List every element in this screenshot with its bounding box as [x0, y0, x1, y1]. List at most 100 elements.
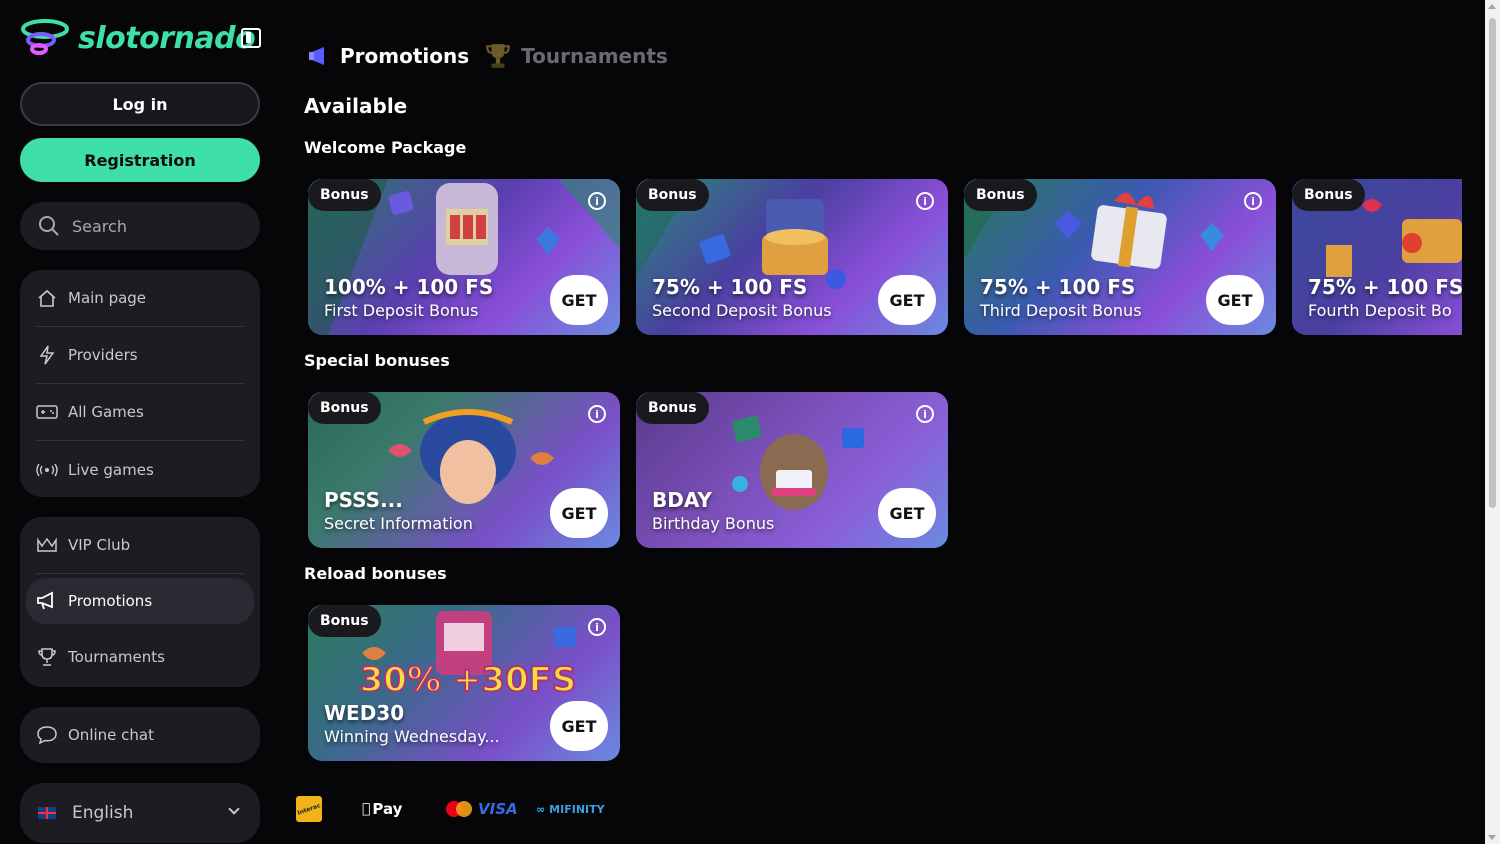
promo-tabs: Promotions Tournaments — [308, 42, 684, 70]
card-amount: 75% + 100 FS — [1308, 275, 1462, 299]
card-subtitle: Birthday Bonus — [652, 514, 775, 533]
section-title-reload: Reload bonuses — [304, 564, 447, 583]
sidebar-item-live-games[interactable]: Live games — [36, 441, 244, 498]
info-icon[interactable]: i — [588, 405, 606, 423]
mifinity-logo: ∞ MIFINITY — [536, 802, 605, 816]
lightning-icon — [36, 344, 58, 366]
promo-card[interactable]: Bonus i BDAY Birthday Bonus GET — [632, 389, 948, 549]
tab-label: Promotions — [340, 44, 470, 68]
get-button[interactable]: GET — [1206, 275, 1264, 325]
sidebar-item-promotions[interactable]: Promotions — [26, 578, 254, 624]
home-icon — [36, 287, 58, 309]
apple-icon:  — [362, 801, 370, 817]
broadcast-icon — [36, 459, 58, 481]
megaphone-icon — [309, 47, 324, 65]
bonus-badge: Bonus — [636, 179, 709, 211]
bonus-badge: Bonus — [1292, 179, 1365, 211]
card-amount: PSSS... — [324, 488, 403, 512]
info-icon[interactable]: i — [916, 192, 934, 210]
sidebar-item-tournaments[interactable]: Tournaments — [36, 628, 244, 685]
bonus-badge: Bonus — [964, 179, 1037, 211]
login-button[interactable]: Log in — [20, 82, 260, 126]
language-selector[interactable]: English — [20, 783, 260, 843]
get-button[interactable]: GET — [878, 488, 936, 538]
page-scrollbar[interactable] — [1485, 0, 1500, 844]
info-icon[interactable]: i — [588, 192, 606, 210]
scroll-thumb[interactable] — [1489, 18, 1496, 508]
reload-cards-row: 30% +30FS Bonus i WED30 Winning Wednesda… — [304, 602, 1462, 762]
nav-group-secondary: VIP Club Promotions Tournaments — [20, 517, 260, 687]
bonus-badge: Bonus — [308, 179, 381, 211]
get-button[interactable]: GET — [550, 488, 608, 538]
card-subtitle: Fourth Deposit Bo — [1308, 301, 1452, 320]
sidebar-item-main-page[interactable]: Main page — [36, 270, 244, 327]
online-chat-button[interactable]: Online chat — [20, 707, 260, 763]
get-button[interactable]: GET — [550, 275, 608, 325]
trophy-icon — [36, 646, 58, 668]
tab-promotions[interactable]: Promotions — [308, 44, 469, 68]
chevron-down-icon — [228, 803, 240, 815]
card-subtitle: Winning Wednesday... — [324, 727, 500, 746]
search-placeholder: Search — [72, 216, 127, 236]
promo-card[interactable]: Bonus i 100% + 100 FS First Deposit Bonu… — [304, 176, 620, 336]
card-amount: BDAY — [652, 488, 712, 512]
info-icon[interactable]: i — [1244, 192, 1262, 210]
card-amount: 100% + 100 FS — [324, 275, 494, 299]
sidebar-item-providers[interactable]: Providers — [36, 327, 244, 384]
uk-flag-icon — [38, 807, 56, 819]
sidebar-item-label: Tournaments — [68, 647, 165, 666]
promo-card[interactable]: Bonus i 75% + 100 FS Second Deposit Bonu… — [632, 176, 948, 336]
gamepad-icon — [36, 401, 58, 423]
card-amount: WED30 — [324, 701, 405, 725]
brand-name: slotornado — [78, 20, 256, 56]
language-value: English — [72, 803, 134, 823]
bonus-badge: Bonus — [308, 605, 381, 637]
apple-pay-logo:  Pay — [362, 800, 402, 818]
interac-logo: Interac — [296, 796, 322, 822]
promo-card[interactable]: Bonus i PSSS... Secret Information GET — [304, 389, 620, 549]
sidebar-item-label: Main page — [68, 289, 147, 307]
tornado-logo-icon — [21, 19, 69, 55]
card-subtitle: First Deposit Bonus — [324, 301, 479, 320]
sidebar-item-label: VIP Club — [68, 536, 131, 554]
promo-card[interactable]: Bonus i 75% + 100 FS Third Deposit Bonus… — [960, 176, 1276, 336]
crown-icon — [36, 534, 58, 556]
payment-methods: Interac  Pay VISA ∞ MIFINITY — [296, 796, 626, 822]
art-percent-text: 30% +30FS — [360, 660, 577, 700]
search-icon — [39, 216, 59, 236]
sidebar: slotornado Log in Registration Search Ma… — [0, 0, 280, 844]
logo[interactable]: slotornado — [20, 18, 256, 58]
chat-label: Online chat — [68, 726, 154, 744]
bonus-badge: Bonus — [636, 392, 709, 424]
welcome-cards-row: Bonus i 100% + 100 FS First Deposit Bonu… — [304, 176, 1462, 336]
trophy-icon — [486, 44, 510, 68]
sidebar-item-label: Live games — [68, 460, 154, 479]
get-button[interactable]: GET — [878, 275, 936, 325]
chat-bubble-icon — [37, 726, 57, 745]
info-icon[interactable]: i — [588, 618, 606, 636]
sidebar-item-label: Providers — [68, 346, 138, 364]
megaphone-icon — [36, 590, 58, 612]
mifinity-icon: ∞ — [536, 802, 546, 816]
mastercard-logo — [446, 796, 472, 822]
tab-label: Tournaments — [521, 44, 668, 68]
visa-logo: VISA — [478, 800, 518, 818]
special-cards-row: Bonus i PSSS... Secret Information GET B… — [304, 389, 1462, 549]
card-amount: 75% + 100 FS — [652, 275, 808, 299]
info-icon[interactable]: i — [916, 405, 934, 423]
sidebar-item-vip-club[interactable]: VIP Club — [36, 517, 244, 574]
promo-card[interactable]: 30% +30FS Bonus i WED30 Winning Wednesda… — [304, 602, 620, 762]
get-button[interactable]: GET — [550, 701, 608, 751]
sidebar-collapse-icon[interactable] — [241, 28, 261, 48]
scroll-down-arrow-icon[interactable] — [1488, 835, 1496, 840]
card-subtitle: Secret Information — [324, 514, 473, 533]
tab-tournaments[interactable]: Tournaments — [485, 42, 668, 70]
promo-card[interactable]: Bonus 75% + 100 FS Fourth Deposit Bo — [1288, 176, 1462, 336]
sidebar-item-all-games[interactable]: All Games — [36, 384, 244, 441]
search-input[interactable]: Search — [20, 202, 260, 250]
scroll-up-arrow-icon[interactable] — [1488, 4, 1496, 9]
section-title-welcome: Welcome Package — [304, 138, 467, 157]
section-title-special: Special bonuses — [304, 351, 450, 370]
sidebar-item-label: All Games — [68, 403, 144, 421]
registration-button[interactable]: Registration — [20, 138, 260, 182]
